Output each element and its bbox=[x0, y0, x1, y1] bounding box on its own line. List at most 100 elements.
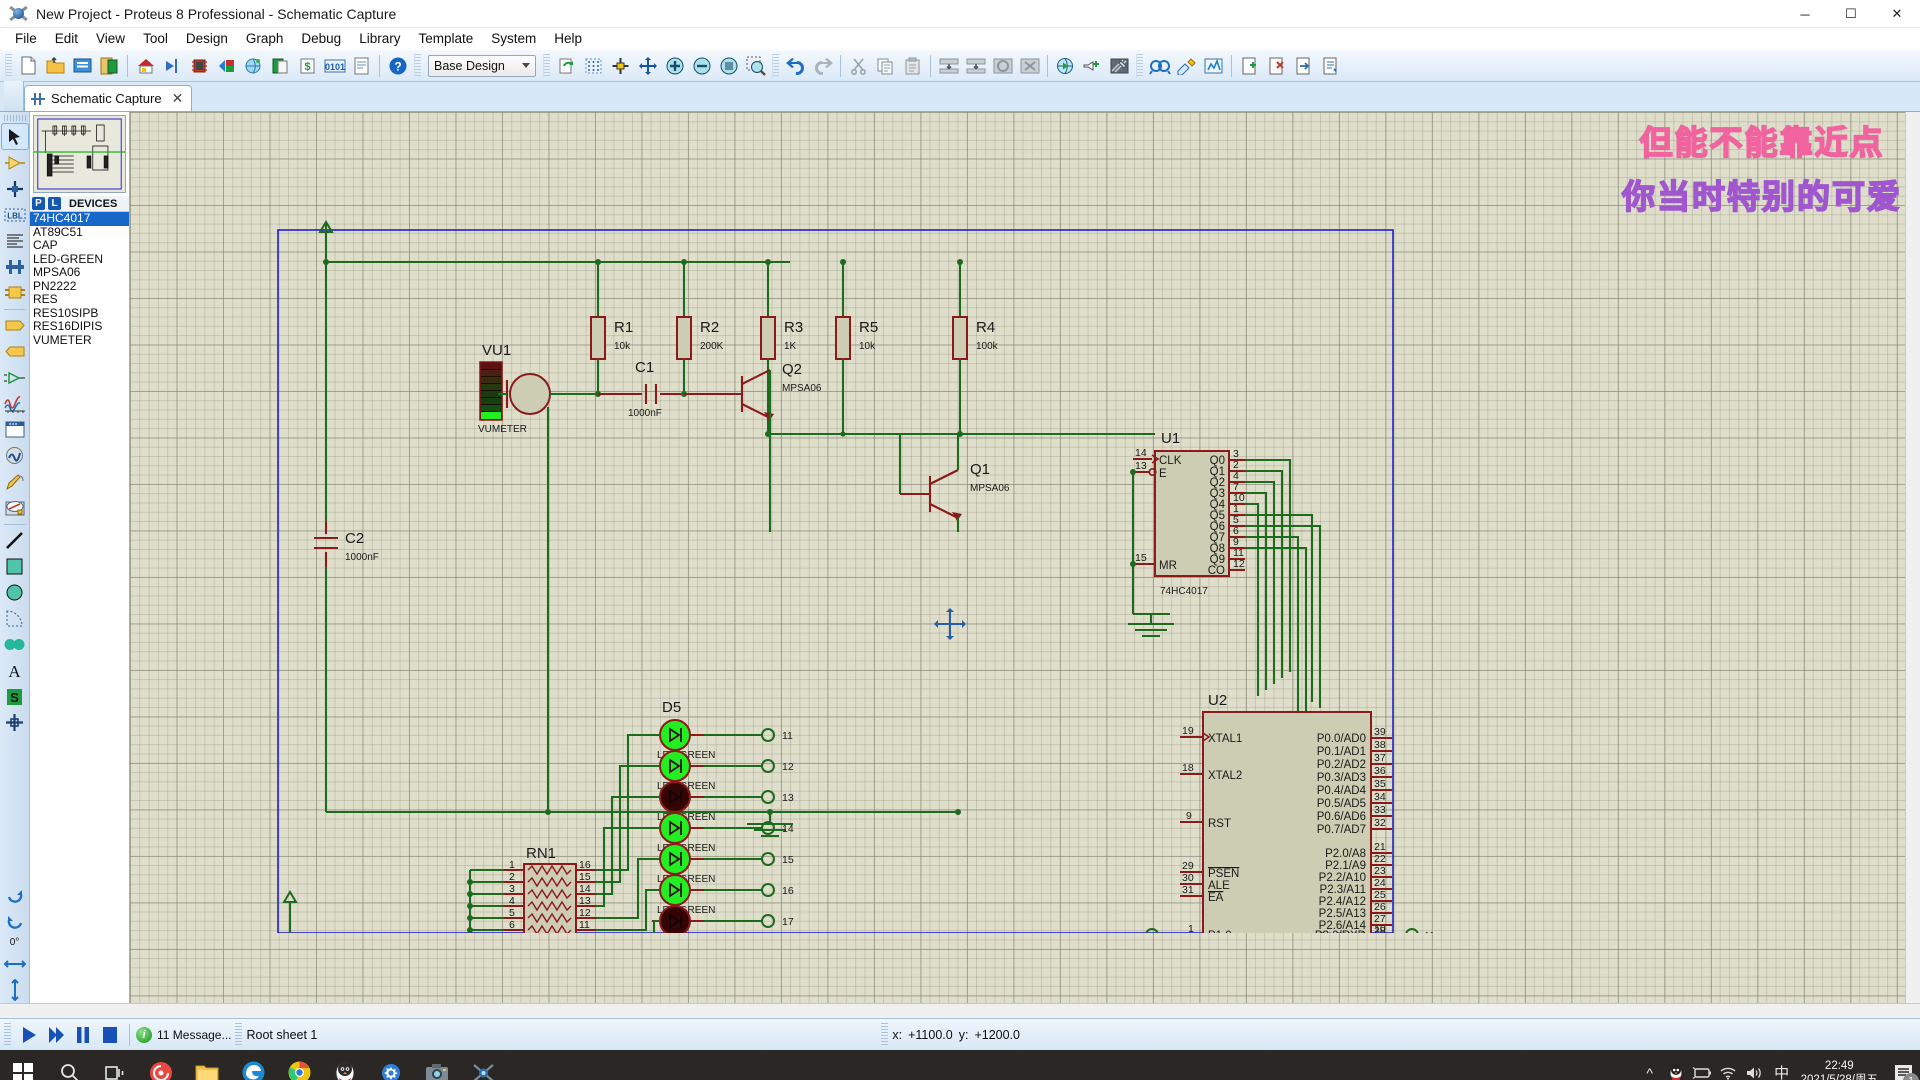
zoom-out-icon[interactable] bbox=[689, 53, 714, 79]
start-icon[interactable] bbox=[0, 1050, 46, 1080]
proteus-taskbar-icon[interactable] bbox=[460, 1050, 506, 1080]
toolbar-grip-3[interactable] bbox=[543, 53, 550, 78]
menu-template[interactable]: Template bbox=[409, 28, 482, 50]
close-button[interactable]: ✕ bbox=[1874, 0, 1920, 28]
close-icon[interactable]: ✕ bbox=[172, 90, 184, 107]
battery-icon[interactable] bbox=[1689, 1050, 1715, 1080]
paste-icon[interactable] bbox=[900, 53, 925, 79]
tape-recorder-icon[interactable] bbox=[2, 417, 28, 442]
toolbar-grip-4[interactable] bbox=[772, 53, 779, 78]
maximize-button[interactable]: ☐ bbox=[1828, 0, 1874, 28]
virtual-instrument-icon[interactable] bbox=[2, 495, 28, 520]
path-tool-icon[interactable] bbox=[2, 632, 28, 657]
file-explorer-icon[interactable] bbox=[184, 1050, 230, 1080]
graph-mode-icon[interactable] bbox=[2, 365, 28, 390]
text-tool-icon[interactable]: A bbox=[2, 658, 28, 683]
wire-label-icon[interactable]: LBL bbox=[2, 202, 28, 227]
block-move-icon[interactable] bbox=[963, 53, 988, 79]
toolbar-grip-5[interactable] bbox=[1136, 53, 1143, 78]
help-icon[interactable]: ? bbox=[385, 53, 410, 79]
origin-icon[interactable] bbox=[608, 53, 633, 79]
device-item-74hc4017[interactable]: 74HC4017 bbox=[30, 212, 129, 226]
3d-viewer-icon[interactable] bbox=[214, 53, 239, 79]
new-file-icon[interactable] bbox=[16, 53, 41, 79]
line-tool-icon[interactable] bbox=[2, 528, 28, 553]
block-delete-icon[interactable] bbox=[1017, 53, 1042, 79]
text-script-icon[interactable] bbox=[2, 228, 28, 253]
recorder-icon[interactable] bbox=[138, 1050, 184, 1080]
arc-tool-icon[interactable] bbox=[2, 606, 28, 631]
pick-devices-button[interactable]: P bbox=[32, 197, 45, 210]
device-item-res[interactable]: RES bbox=[30, 292, 129, 307]
notification-center-icon[interactable]: 1 bbox=[1886, 1050, 1920, 1080]
device-item-res16dipis[interactable]: RES16DIPIS bbox=[30, 319, 129, 334]
save-file-icon[interactable] bbox=[70, 53, 95, 79]
property-assign-icon[interactable] bbox=[1174, 53, 1199, 79]
pan-icon[interactable] bbox=[635, 53, 660, 79]
remove-sheet-icon[interactable] bbox=[1264, 53, 1289, 79]
device-item-mpsa06[interactable]: MPSA06 bbox=[30, 265, 129, 280]
electrical-rules-icon[interactable]: 0101 bbox=[322, 53, 347, 79]
new-sheet-icon[interactable] bbox=[1237, 53, 1262, 79]
zoom-area-icon[interactable] bbox=[743, 53, 768, 79]
buses-icon[interactable] bbox=[2, 254, 28, 279]
mode-toolbar-grip[interactable] bbox=[3, 115, 26, 121]
device-item-pn2222[interactable]: PN2222 bbox=[30, 279, 129, 294]
menu-design[interactable]: Design bbox=[177, 28, 237, 50]
bill-material-icon[interactable] bbox=[1318, 53, 1343, 79]
schematic-canvas[interactable]: .wire { stroke:#1d6b1d; stroke-width:2.1… bbox=[130, 112, 1920, 1003]
symbol-tool-icon[interactable]: S bbox=[2, 684, 28, 709]
simulation-graph-icon[interactable] bbox=[2, 391, 28, 416]
design-explorer-icon[interactable] bbox=[241, 53, 266, 79]
stop-icon[interactable] bbox=[96, 1022, 123, 1048]
mirror-y-icon[interactable] bbox=[2, 977, 28, 1002]
tab-schematic-capture[interactable]: Schematic Capture ✕ bbox=[24, 85, 193, 111]
make-device-icon[interactable] bbox=[1080, 53, 1105, 79]
device-item-cap[interactable]: CAP bbox=[30, 238, 129, 253]
marker-tool-icon[interactable] bbox=[2, 710, 28, 735]
volume-icon[interactable] bbox=[1741, 1050, 1767, 1080]
open-file-icon[interactable] bbox=[43, 53, 68, 79]
play-icon[interactable] bbox=[15, 1022, 42, 1048]
message-status[interactable]: i 11 Message... bbox=[136, 1026, 231, 1043]
voltage-probe-icon[interactable] bbox=[2, 469, 28, 494]
selection-mode-icon[interactable] bbox=[0, 123, 29, 150]
device-pins-icon[interactable] bbox=[2, 339, 28, 364]
packaging-tool-icon[interactable] bbox=[1107, 53, 1132, 79]
copy-icon[interactable] bbox=[873, 53, 898, 79]
menu-debug[interactable]: Debug bbox=[292, 28, 350, 50]
menu-graph[interactable]: Graph bbox=[237, 28, 293, 50]
minimize-button[interactable]: ─ bbox=[1782, 0, 1828, 28]
grid-toggle-icon[interactable] bbox=[581, 53, 606, 79]
status-grip-3[interactable] bbox=[881, 1022, 889, 1047]
undo-icon[interactable] bbox=[783, 53, 808, 79]
zoom-all-icon[interactable] bbox=[716, 53, 741, 79]
redo-icon[interactable] bbox=[810, 53, 835, 79]
cut-icon[interactable] bbox=[846, 53, 871, 79]
circle-tool-icon[interactable] bbox=[2, 580, 28, 605]
refresh-icon[interactable] bbox=[554, 53, 579, 79]
device-item-res10sipb[interactable]: RES10SIPB bbox=[30, 306, 129, 321]
camera-icon[interactable] bbox=[414, 1050, 460, 1080]
goto-sheet-icon[interactable] bbox=[160, 53, 185, 79]
toolbar-grip-2[interactable] bbox=[414, 53, 421, 78]
generator-mode-icon[interactable] bbox=[2, 443, 28, 468]
device-item-led-green[interactable]: LED-GREEN bbox=[30, 252, 129, 267]
rotate-ccw-icon[interactable] bbox=[2, 910, 28, 935]
device-item-at89c51[interactable]: AT89C51 bbox=[30, 225, 129, 240]
chrome-icon[interactable] bbox=[276, 1050, 322, 1080]
block-rotate-icon[interactable] bbox=[990, 53, 1015, 79]
menu-help[interactable]: Help bbox=[545, 28, 591, 50]
canvas-horizontal-scrollbar[interactable] bbox=[0, 1003, 1920, 1018]
task-view-icon[interactable] bbox=[92, 1050, 138, 1080]
edge-icon[interactable] bbox=[230, 1050, 276, 1080]
pause-icon[interactable] bbox=[69, 1022, 96, 1048]
status-grip-2[interactable] bbox=[235, 1022, 243, 1047]
settings-icon[interactable] bbox=[368, 1050, 414, 1080]
bom-report-icon[interactable] bbox=[268, 53, 293, 79]
exit-sheet-icon[interactable] bbox=[1291, 53, 1316, 79]
canvas-vertical-scrollbar[interactable] bbox=[1905, 112, 1920, 1003]
library-manager-icon[interactable] bbox=[1147, 53, 1172, 79]
component-mode-icon[interactable] bbox=[2, 150, 28, 175]
junction-dot-icon[interactable] bbox=[2, 176, 28, 201]
